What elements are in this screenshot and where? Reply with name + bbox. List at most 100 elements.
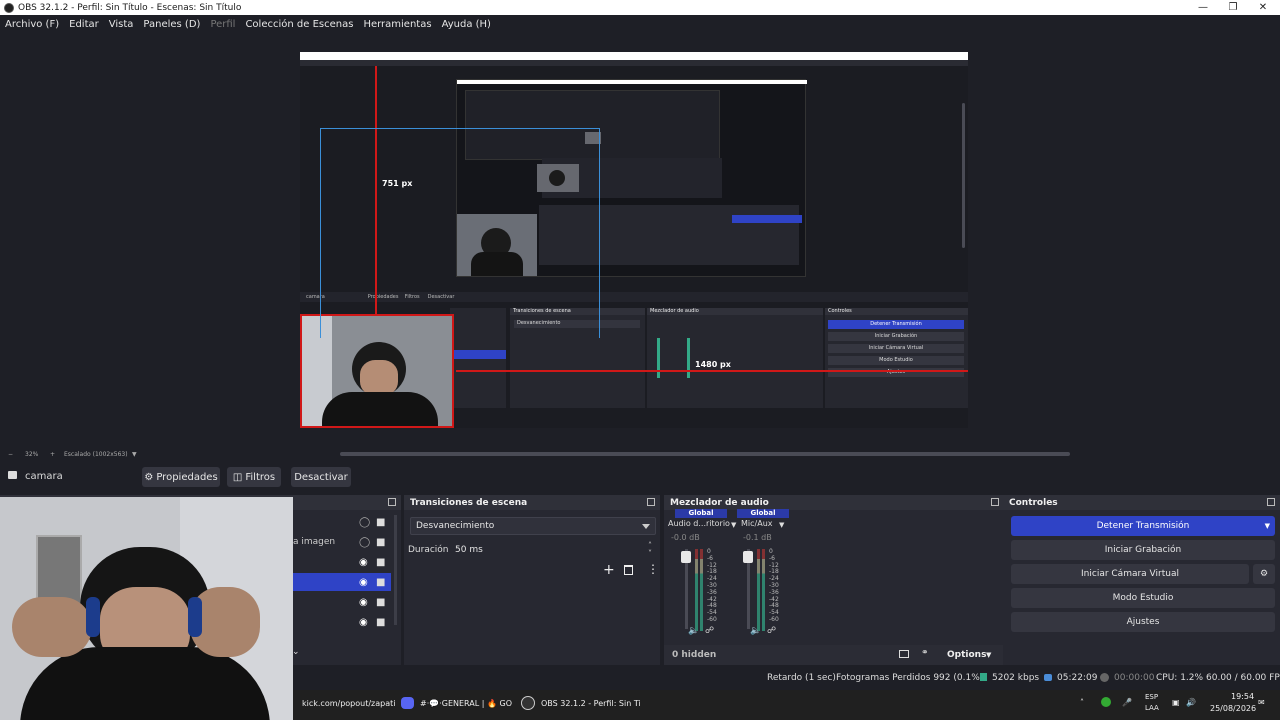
eye-icon[interactable]: ◉ xyxy=(359,617,368,628)
add-transition-icon[interactable]: + xyxy=(603,562,615,578)
trash-icon[interactable] xyxy=(624,565,633,575)
label-751: 751 px xyxy=(382,179,413,188)
taskbar-obs[interactable]: OBS 32.1.2 - Perfil: Sin Ti xyxy=(541,699,641,708)
microphone-icon[interactable]: 🎤 xyxy=(1122,698,1132,707)
speaker-icon[interactable]: 🔈 xyxy=(750,626,761,636)
minimize-icon[interactable]: — xyxy=(1188,0,1218,15)
volume-meter xyxy=(695,549,698,631)
eye-hidden-icon[interactable]: ◯ xyxy=(359,537,370,548)
scale-dropdown-icon[interactable]: ▼ xyxy=(132,451,137,458)
dropped-frames: Fotogramas Perdidos 992 (0.1%) xyxy=(836,673,984,683)
taskbar-browser[interactable]: kick.com/popout/zapati xyxy=(302,699,396,708)
link-icon[interactable]: ⚭ xyxy=(921,648,929,658)
meter-scale: 0 -6 -12 -18 -24 -30 -36 -42 -48 -54 -60 xyxy=(769,548,779,623)
maximize-icon[interactable]: ❐ xyxy=(1218,0,1248,15)
studio-mode-button[interactable]: Modo Estudio xyxy=(1011,588,1275,608)
duration-spinbox[interactable]: 50 ms ˄ ˅ xyxy=(450,541,656,559)
deactivate-button[interactable]: Desactivar xyxy=(291,467,351,487)
preview-canvas[interactable]: camara Propiedades Filtros Desactivar Tr… xyxy=(300,52,968,428)
zoom-out-button[interactable]: − xyxy=(8,451,13,458)
filters-button[interactable]: ◫ Filtros xyxy=(227,467,281,487)
preview-area[interactable]: camara Propiedades Filtros Desactivar Tr… xyxy=(0,33,1280,445)
taskbar-discord[interactable]: #·💬·GENERAL | 🔥 GO xyxy=(420,699,512,708)
chevron-down-icon[interactable]: ▼ xyxy=(986,651,991,659)
audio-channel-mic: Global Mic/Aux ▼ -0.1 dB 0 -6 -12 -18 -24 -30… xyxy=(737,509,789,649)
spin-down-icon[interactable]: ˅ xyxy=(648,549,652,558)
clock-date[interactable]: 25/08/2026 xyxy=(1210,704,1256,713)
speaker-icon[interactable]: 🔈 xyxy=(688,626,699,636)
lock-icon[interactable]: ■ xyxy=(376,617,385,628)
channel-scope: Global xyxy=(675,509,727,518)
hidden-count[interactable]: 0 hidden xyxy=(672,650,716,660)
start-recording-label: Iniciar Grabación xyxy=(1104,545,1182,555)
sources-scrollbar[interactable] xyxy=(394,515,397,625)
lock-icon[interactable]: ■ xyxy=(376,537,385,548)
clock-time[interactable]: 19:54 xyxy=(1231,692,1254,701)
nested-title-bar xyxy=(300,52,968,60)
volume-slider-handle[interactable] xyxy=(681,551,691,563)
network-icon[interactable]: ▣ xyxy=(1172,698,1180,707)
menu-perfil[interactable]: Perfil xyxy=(205,19,240,30)
channel-db: -0.1 dB xyxy=(743,533,772,542)
menu-coleccion-escenas[interactable]: Colección de Escenas xyxy=(240,19,358,30)
chevron-down-icon[interactable]: ▼ xyxy=(731,521,736,529)
headphones-icon[interactable]: ☍ xyxy=(767,626,776,636)
notification-icon[interactable]: ✉ xyxy=(1258,698,1265,707)
dock-float-icon[interactable] xyxy=(1267,498,1275,506)
eye-icon[interactable]: ◉ xyxy=(359,577,368,588)
channel-name[interactable]: Audio d...ritorio xyxy=(668,519,730,528)
menu-paneles[interactable]: Paneles (D) xyxy=(138,19,205,30)
menu-herramientas[interactable]: Herramientas xyxy=(358,19,436,30)
options-button[interactable]: Options xyxy=(947,650,986,660)
bitrate: 5202 kbps xyxy=(992,673,1040,683)
start-recording-button[interactable]: Iniciar Grabación xyxy=(1011,540,1275,560)
chevron-down-icon[interactable]: ▼ xyxy=(779,521,784,529)
menu-editar[interactable]: Editar xyxy=(64,19,104,30)
chevron-down-icon[interactable]: ⌄ xyxy=(292,647,300,657)
menu-bar: Archivo (F) Editar Vista Paneles (D) Per… xyxy=(0,15,1280,33)
chevron-down-icon[interactable]: ▼ xyxy=(1265,522,1270,530)
dock-float-icon[interactable] xyxy=(991,498,999,506)
language-layout[interactable]: LAA xyxy=(1145,704,1159,712)
settings-button[interactable]: Ajustes xyxy=(1011,612,1275,632)
preview-scrollbar-h[interactable] xyxy=(340,452,1070,456)
lock-icon[interactable]: ■ xyxy=(376,577,385,588)
menu-archivo[interactable]: Archivo (F) xyxy=(0,19,64,30)
headphones-icon[interactable]: ☍ xyxy=(705,626,714,636)
transition-select[interactable]: Desvanecimiento xyxy=(410,517,656,535)
stop-stream-label: Detener Transmisión xyxy=(1096,521,1190,531)
audio-mixer-dock: Mezclador de audio Global Audio d...rito… xyxy=(664,495,1004,665)
audio-channel-desktop: Global Audio d...ritorio ▼ -0.0 dB 0 -6 -1… xyxy=(668,509,736,649)
zoom-in-button[interactable]: + xyxy=(50,451,55,458)
volume-meter xyxy=(700,549,703,631)
close-icon[interactable]: ✕ xyxy=(1248,0,1278,15)
virtual-camera-settings-button[interactable]: ⚙ xyxy=(1253,564,1275,584)
virtual-camera-button[interactable]: Iniciar Cámara Virtual xyxy=(1011,564,1249,584)
lock-icon[interactable]: ■ xyxy=(376,517,385,528)
obs-icon[interactable] xyxy=(521,696,535,710)
volume-slider-handle[interactable] xyxy=(743,551,753,563)
menu-vista[interactable]: Vista xyxy=(104,19,139,30)
lock-icon[interactable]: ■ xyxy=(376,597,385,608)
dock-float-icon[interactable] xyxy=(647,498,655,506)
properties-button[interactable]: ⚙ Propiedades xyxy=(142,467,220,487)
lock-icon[interactable]: ■ xyxy=(376,557,385,568)
chevron-up-icon[interactable]: ˄ xyxy=(1080,698,1084,707)
preview-scrollbar-v[interactable] xyxy=(962,103,965,248)
eye-hidden-icon[interactable]: ◯ xyxy=(359,517,370,528)
delay-status: Retardo (1 sec) xyxy=(767,673,836,683)
tray-app-icon[interactable] xyxy=(1101,697,1111,707)
menu-ayuda[interactable]: Ayuda (H) xyxy=(437,19,496,30)
nested-menu-bar xyxy=(300,60,968,66)
discord-icon[interactable] xyxy=(401,697,414,709)
eye-icon[interactable]: ◉ xyxy=(359,557,368,568)
stop-stream-button[interactable]: Detener Transmisión ▼ xyxy=(1011,516,1275,536)
deactivate-label: Desactivar xyxy=(294,471,348,483)
volume-icon[interactable]: 🔊 xyxy=(1186,698,1196,707)
more-options-icon[interactable]: ⋮ xyxy=(647,562,659,576)
dock-float-icon[interactable] xyxy=(388,498,396,506)
language-code[interactable]: ESP xyxy=(1145,693,1158,701)
layout-icon[interactable] xyxy=(899,650,909,658)
eye-icon[interactable]: ◉ xyxy=(359,597,368,608)
channel-name[interactable]: Mic/Aux xyxy=(741,519,773,528)
